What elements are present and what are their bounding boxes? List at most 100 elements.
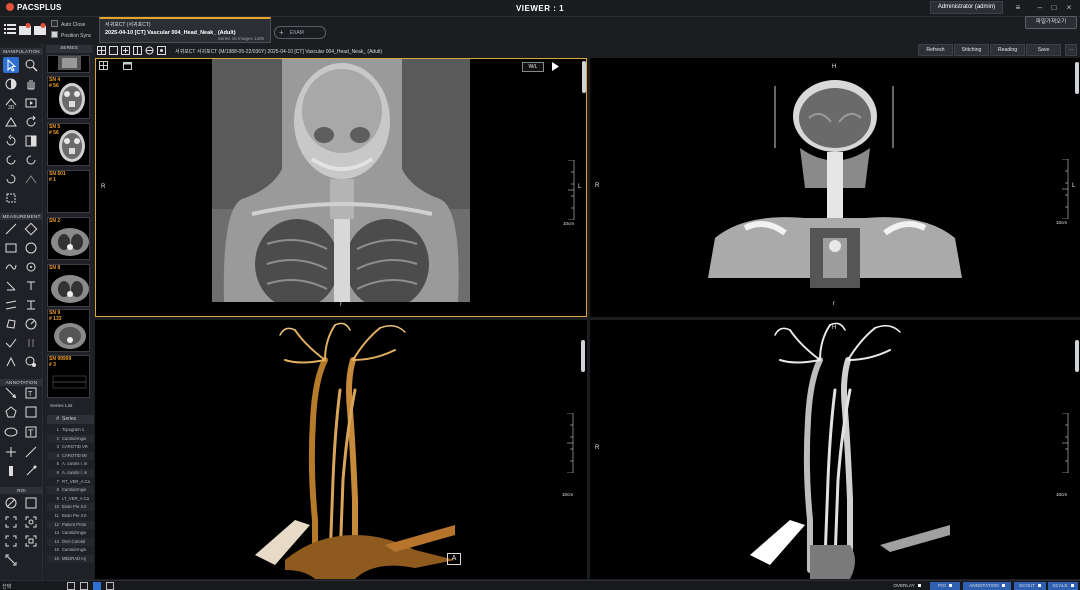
crosshair-tool[interactable] (3, 444, 19, 460)
position-sync-option[interactable]: Position Sync (51, 31, 91, 39)
viewport-scrollbar[interactable] (1075, 62, 1079, 94)
series-thumb[interactable]: SN 4 # 56 (47, 76, 90, 119)
open-file-button[interactable]: 파일가져오기 (1025, 16, 1077, 29)
stitching-button[interactable]: Stitching (954, 44, 989, 56)
angle-tool[interactable] (23, 316, 39, 332)
grid-layout-icon[interactable] (97, 46, 106, 55)
reset-tool[interactable] (23, 114, 39, 130)
series-thumb[interactable]: SN 9 # 133 (47, 309, 90, 352)
menu-icon[interactable]: ≡ (1013, 3, 1023, 13)
cine-tool[interactable] (23, 95, 39, 111)
invert-tool[interactable] (23, 133, 39, 149)
save-button[interactable]: Save (1026, 44, 1061, 56)
roi-expand-tool[interactable] (3, 514, 19, 530)
add-layout-icon[interactable] (121, 46, 130, 55)
series-list-row[interactable]: 9 LT_VER_A Ca (47, 495, 94, 503)
cd-export-icon[interactable] (34, 23, 46, 35)
scout-toggle[interactable]: SCOUT (1014, 582, 1046, 590)
caliper-tool[interactable] (23, 221, 39, 237)
series-thumb[interactable]: SN 8 (47, 264, 90, 307)
link-icon[interactable] (157, 46, 166, 55)
viewport-1[interactable]: W/L R L r 10cm (95, 58, 587, 317)
layout-icon-1[interactable] (67, 582, 75, 590)
layout-icon-4[interactable] (106, 582, 114, 590)
crop-tool[interactable] (3, 190, 19, 206)
auto-close-checkbox[interactable] (51, 20, 58, 27)
roi-fit-tool[interactable] (3, 533, 19, 549)
undo-tool[interactable] (23, 152, 39, 168)
series-list-row[interactable]: 2 CarotidAngio (47, 434, 94, 443)
viewport-3[interactable]: A 10cm (95, 320, 587, 579)
refresh-button[interactable]: Refresh (918, 44, 953, 56)
series-list-row[interactable]: 4 CAROTID MI (47, 451, 94, 460)
sync-icon[interactable] (145, 46, 154, 55)
layout-icon-3[interactable] (93, 582, 101, 590)
pixel-value-tool[interactable] (23, 259, 39, 275)
freehand-tool[interactable] (3, 259, 19, 275)
list-icon[interactable] (4, 23, 16, 35)
series-list-row[interactable]: 5 A. carotis r. in (47, 460, 94, 468)
eraser-tool[interactable] (23, 463, 39, 479)
rotate-cw-tool[interactable] (3, 171, 19, 187)
user-button[interactable]: Administrator (admin) (930, 1, 1003, 14)
series-list-row[interactable]: 1 Topogram 1. (47, 426, 94, 434)
layout-icon-2[interactable] (80, 582, 88, 590)
close-icon[interactable]: × (1064, 3, 1074, 13)
position-sync-checkbox[interactable] (51, 31, 58, 38)
cd-import-icon[interactable] (19, 23, 31, 35)
roi-stat-tool[interactable] (23, 354, 39, 370)
viewport-4[interactable]: H R F 10cm (590, 320, 1080, 579)
viewport-layout-icon[interactable] (99, 61, 108, 70)
series-list-row[interactable]: 15 CarotidAngio (47, 546, 94, 554)
series-thumb[interactable] (47, 55, 90, 73)
roi-rect-tool[interactable] (23, 495, 39, 511)
viewport-window-icon[interactable] (123, 61, 132, 70)
reading-button[interactable]: Reading (990, 44, 1025, 56)
stack-tool[interactable] (3, 463, 19, 479)
series-list-row[interactable]: 3 CAROTID VR (47, 443, 94, 451)
viewport-scrollbar[interactable] (581, 340, 585, 372)
series-list-row[interactable]: 8 CarotidAngio (47, 486, 94, 495)
text-box-tool[interactable]: T (23, 385, 39, 401)
ellipse-tool[interactable] (23, 240, 39, 256)
roi-grid-tool[interactable] (23, 533, 39, 549)
distance-tool[interactable] (23, 297, 39, 313)
vertical-tool[interactable] (23, 278, 39, 294)
series-list-row[interactable]: 6 A. carotis l. in (47, 469, 94, 477)
study-tab[interactable]: 서귀포CT (서귀포CT) 2025-04-10 [CT] Vascular 0… (99, 17, 271, 43)
series-list-row[interactable]: 14 DSA Carotid (47, 537, 94, 546)
viewport-scrollbar[interactable] (1075, 340, 1079, 372)
marker-tool[interactable] (23, 335, 39, 351)
ruler-tool[interactable] (3, 221, 19, 237)
line-tool[interactable] (23, 444, 39, 460)
check-tool[interactable] (3, 335, 19, 351)
viewport-scrollbar[interactable] (582, 61, 586, 93)
series-list-row[interactable]: 11 Brain Pre 3.0 (47, 512, 94, 520)
spine-label-tool[interactable] (3, 354, 19, 370)
series-list-row[interactable]: 10 Brain Pre 3.0 (47, 503, 94, 512)
roi-select-tool[interactable] (23, 514, 39, 530)
wl-button[interactable]: W/L (522, 62, 544, 72)
rectangle-tool[interactable] (3, 240, 19, 256)
viewport-2[interactable]: H R L r 10cm (590, 58, 1080, 317)
series-thumb[interactable]: SN 5 # 56 (47, 123, 90, 166)
ellipse-annotation-tool[interactable] (3, 424, 19, 440)
series-thumb[interactable]: SN 99999 # 3 (47, 355, 90, 398)
roi-diagonal-tool[interactable] (3, 552, 19, 568)
zoom-tool[interactable] (23, 57, 39, 73)
3d-rotate-tool[interactable]: 3D (3, 95, 19, 111)
overlay-toggle[interactable]: OVERLAY (889, 582, 925, 590)
split-layout-icon[interactable] (133, 46, 142, 55)
arrow-tool[interactable] (3, 385, 19, 401)
roi-circle-tool[interactable] (3, 495, 19, 511)
minimize-icon[interactable]: – (1035, 3, 1045, 13)
height-tool[interactable] (3, 278, 19, 294)
scale-toggle[interactable]: SCALE (1048, 582, 1078, 590)
single-layout-icon[interactable] (109, 46, 118, 55)
series-thumb[interactable]: SN 2 (47, 217, 90, 260)
window-level-tool[interactable] (3, 76, 19, 92)
more-button[interactable]: ⋯ (1065, 44, 1077, 56)
rotate-right-tool[interactable] (3, 152, 19, 168)
exam-button[interactable]: + EXAM (274, 26, 326, 39)
pio-toggle[interactable]: P/O (930, 582, 960, 590)
